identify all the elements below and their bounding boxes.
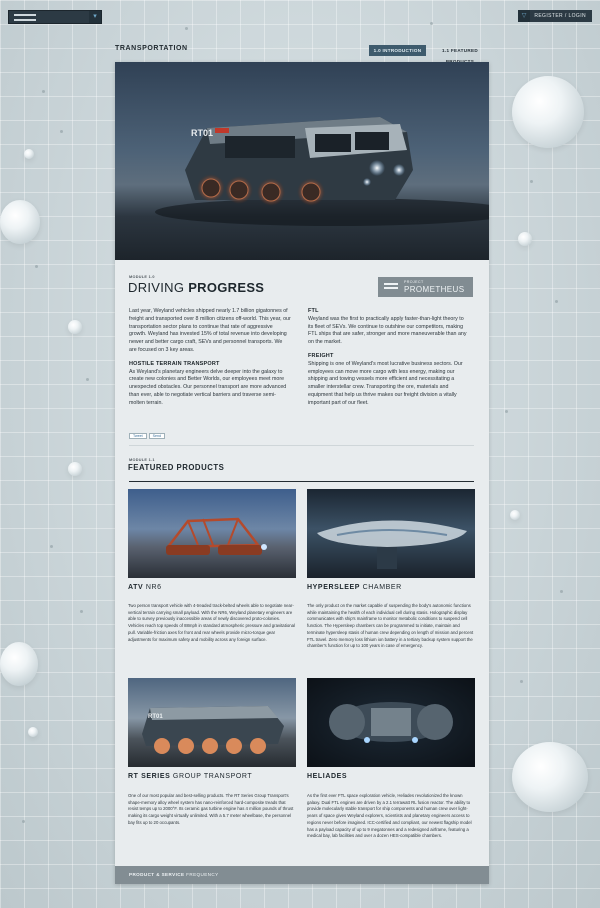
- product-title-heliades[interactable]: HELIADES: [307, 773, 347, 780]
- particle: [555, 300, 558, 303]
- product-title-atv-nr6[interactable]: ATV NR6: [128, 584, 162, 591]
- atv-illustration: [165, 517, 267, 555]
- particle: [60, 130, 63, 133]
- product-name-bold: ATV: [128, 584, 144, 591]
- decorative-orb: [510, 510, 520, 520]
- content-panel: RT01 MODULE 1.0 DRIVING PROGRESS PROJECT…: [115, 62, 489, 884]
- product-description: The only product on the market capable o…: [307, 603, 474, 649]
- subheading-hostile-terrain: HOSTILE TERRAIN TRANSPORT: [129, 360, 220, 367]
- divider: [129, 481, 474, 482]
- decorative-orb: [24, 149, 34, 159]
- intro-paragraph: Weyland was the first to practically app…: [308, 315, 467, 346]
- product-name-bold: HYPERSLEEP: [307, 584, 361, 591]
- particle: [22, 820, 25, 823]
- intro-paragraph: As Weyland's planetary engineers delve d…: [129, 368, 287, 406]
- decorative-orb: [28, 727, 38, 737]
- footer-light: FREQUENCY: [184, 872, 219, 877]
- product-title-rt-series[interactable]: RT SERIES GROUP TRANSPORT: [128, 773, 252, 780]
- rt01-decal: RT01: [148, 714, 163, 720]
- particle: [86, 378, 89, 381]
- product-description: Two person transport vehicle with 4-trea…: [128, 603, 295, 642]
- page-title: TRANSPORTATION: [115, 45, 188, 52]
- particle: [530, 180, 533, 183]
- particle: [520, 680, 523, 683]
- particle: [50, 545, 53, 548]
- tab-introduction[interactable]: 1.0 INTRODUCTION: [369, 45, 426, 56]
- particle: [430, 22, 433, 25]
- decorative-orb: [0, 200, 40, 244]
- tweet-button[interactable]: Tweet: [129, 433, 147, 439]
- user-icon: ▽: [518, 10, 531, 22]
- heliades-illustration: [329, 702, 453, 743]
- product-image-atv-nr6[interactable]: [128, 489, 296, 578]
- site-logo-menu[interactable]: ▾: [8, 10, 102, 24]
- decorative-orb: [68, 462, 82, 476]
- particle: [35, 265, 38, 268]
- intro-right-column: FTL Weyland was the first to practically…: [308, 308, 470, 414]
- particle: [185, 27, 188, 30]
- product-image-rt-series[interactable]: RT01: [128, 678, 296, 767]
- share-buttons: Tweet Send: [129, 424, 167, 439]
- heading-light: DRIVING: [128, 280, 189, 295]
- product-title-hypersleep-chamber[interactable]: HYPERSLEEP CHAMBER: [307, 584, 402, 591]
- product-image-heliades[interactable]: [307, 678, 475, 767]
- product-image-hypersleep-chamber[interactable]: [307, 489, 475, 578]
- tab-featured-products[interactable]: 1.1 FEATURED PRODUCTS: [428, 45, 492, 64]
- weyland-logo-icon: [14, 14, 36, 21]
- module-label-featured: MODULE 1.1: [129, 458, 155, 462]
- project-prometheus-badge[interactable]: PROJECT PROMETHEUS: [378, 277, 473, 297]
- rt-vehicle-illustration: RT01: [155, 117, 489, 226]
- intro-left-column: Last year, Weyland vehicles shipped near…: [129, 308, 291, 414]
- decorative-orb: [518, 232, 532, 246]
- decorative-orb: [0, 642, 38, 686]
- product-description: One of our most popular and best-selling…: [128, 793, 294, 825]
- particle: [80, 610, 83, 613]
- rt01-decal: RT01: [191, 128, 213, 138]
- chevron-down-icon[interactable]: ▾: [89, 11, 101, 23]
- intro-paragraph: Shipping is one of Weyland's most lucrat…: [308, 360, 463, 406]
- hypersleep-illustration: [317, 520, 467, 569]
- particle: [42, 90, 45, 93]
- decorative-orb: [512, 742, 588, 812]
- divider: [129, 445, 474, 446]
- product-name-light: GROUP TRANSPORT: [170, 773, 253, 780]
- particle: [560, 590, 563, 593]
- register-login-button[interactable]: ▽ REGISTER / LOGIN: [518, 10, 592, 22]
- heading-bold: PROGRESS: [188, 280, 265, 295]
- decorative-orb: [68, 320, 82, 334]
- register-login-label: REGISTER / LOGIN: [534, 13, 586, 19]
- hero-image-rt-transport: RT01: [115, 62, 489, 260]
- intro-paragraph: Last year, Weyland vehicles shipped near…: [129, 308, 291, 353]
- badge-small-text: PROJECT: [404, 280, 424, 284]
- badge-large-text: PROMETHEUS: [404, 285, 465, 294]
- product-name-bold: HELIADES: [307, 773, 348, 780]
- product-name-bold: RT SERIES: [128, 773, 171, 780]
- particle: [505, 410, 508, 413]
- subheading-ftl: FTL: [308, 308, 319, 314]
- subheading-freight: FREIGHT: [308, 352, 334, 359]
- section-heading-driving-progress: DRIVING PROGRESS: [128, 280, 264, 295]
- module-label-intro: MODULE 1.0: [129, 275, 155, 279]
- rt-series-illustration: RT01: [142, 706, 284, 754]
- footer-bold: PRODUCT & SERVICE: [129, 872, 185, 877]
- product-service-frequency-bar[interactable]: PRODUCT & SERVICE FREQUENCY: [115, 866, 489, 884]
- weyland-logo-icon: [384, 283, 398, 289]
- product-name-light: CHAMBER: [360, 584, 402, 591]
- section-heading-featured-products: FEATURED PRODUCTS: [128, 463, 225, 472]
- facebook-send-button[interactable]: Send: [148, 433, 165, 439]
- product-name-light: NR6: [143, 584, 162, 591]
- decorative-orb: [512, 76, 584, 148]
- product-description: As the first ever FTL space exploration …: [307, 793, 472, 839]
